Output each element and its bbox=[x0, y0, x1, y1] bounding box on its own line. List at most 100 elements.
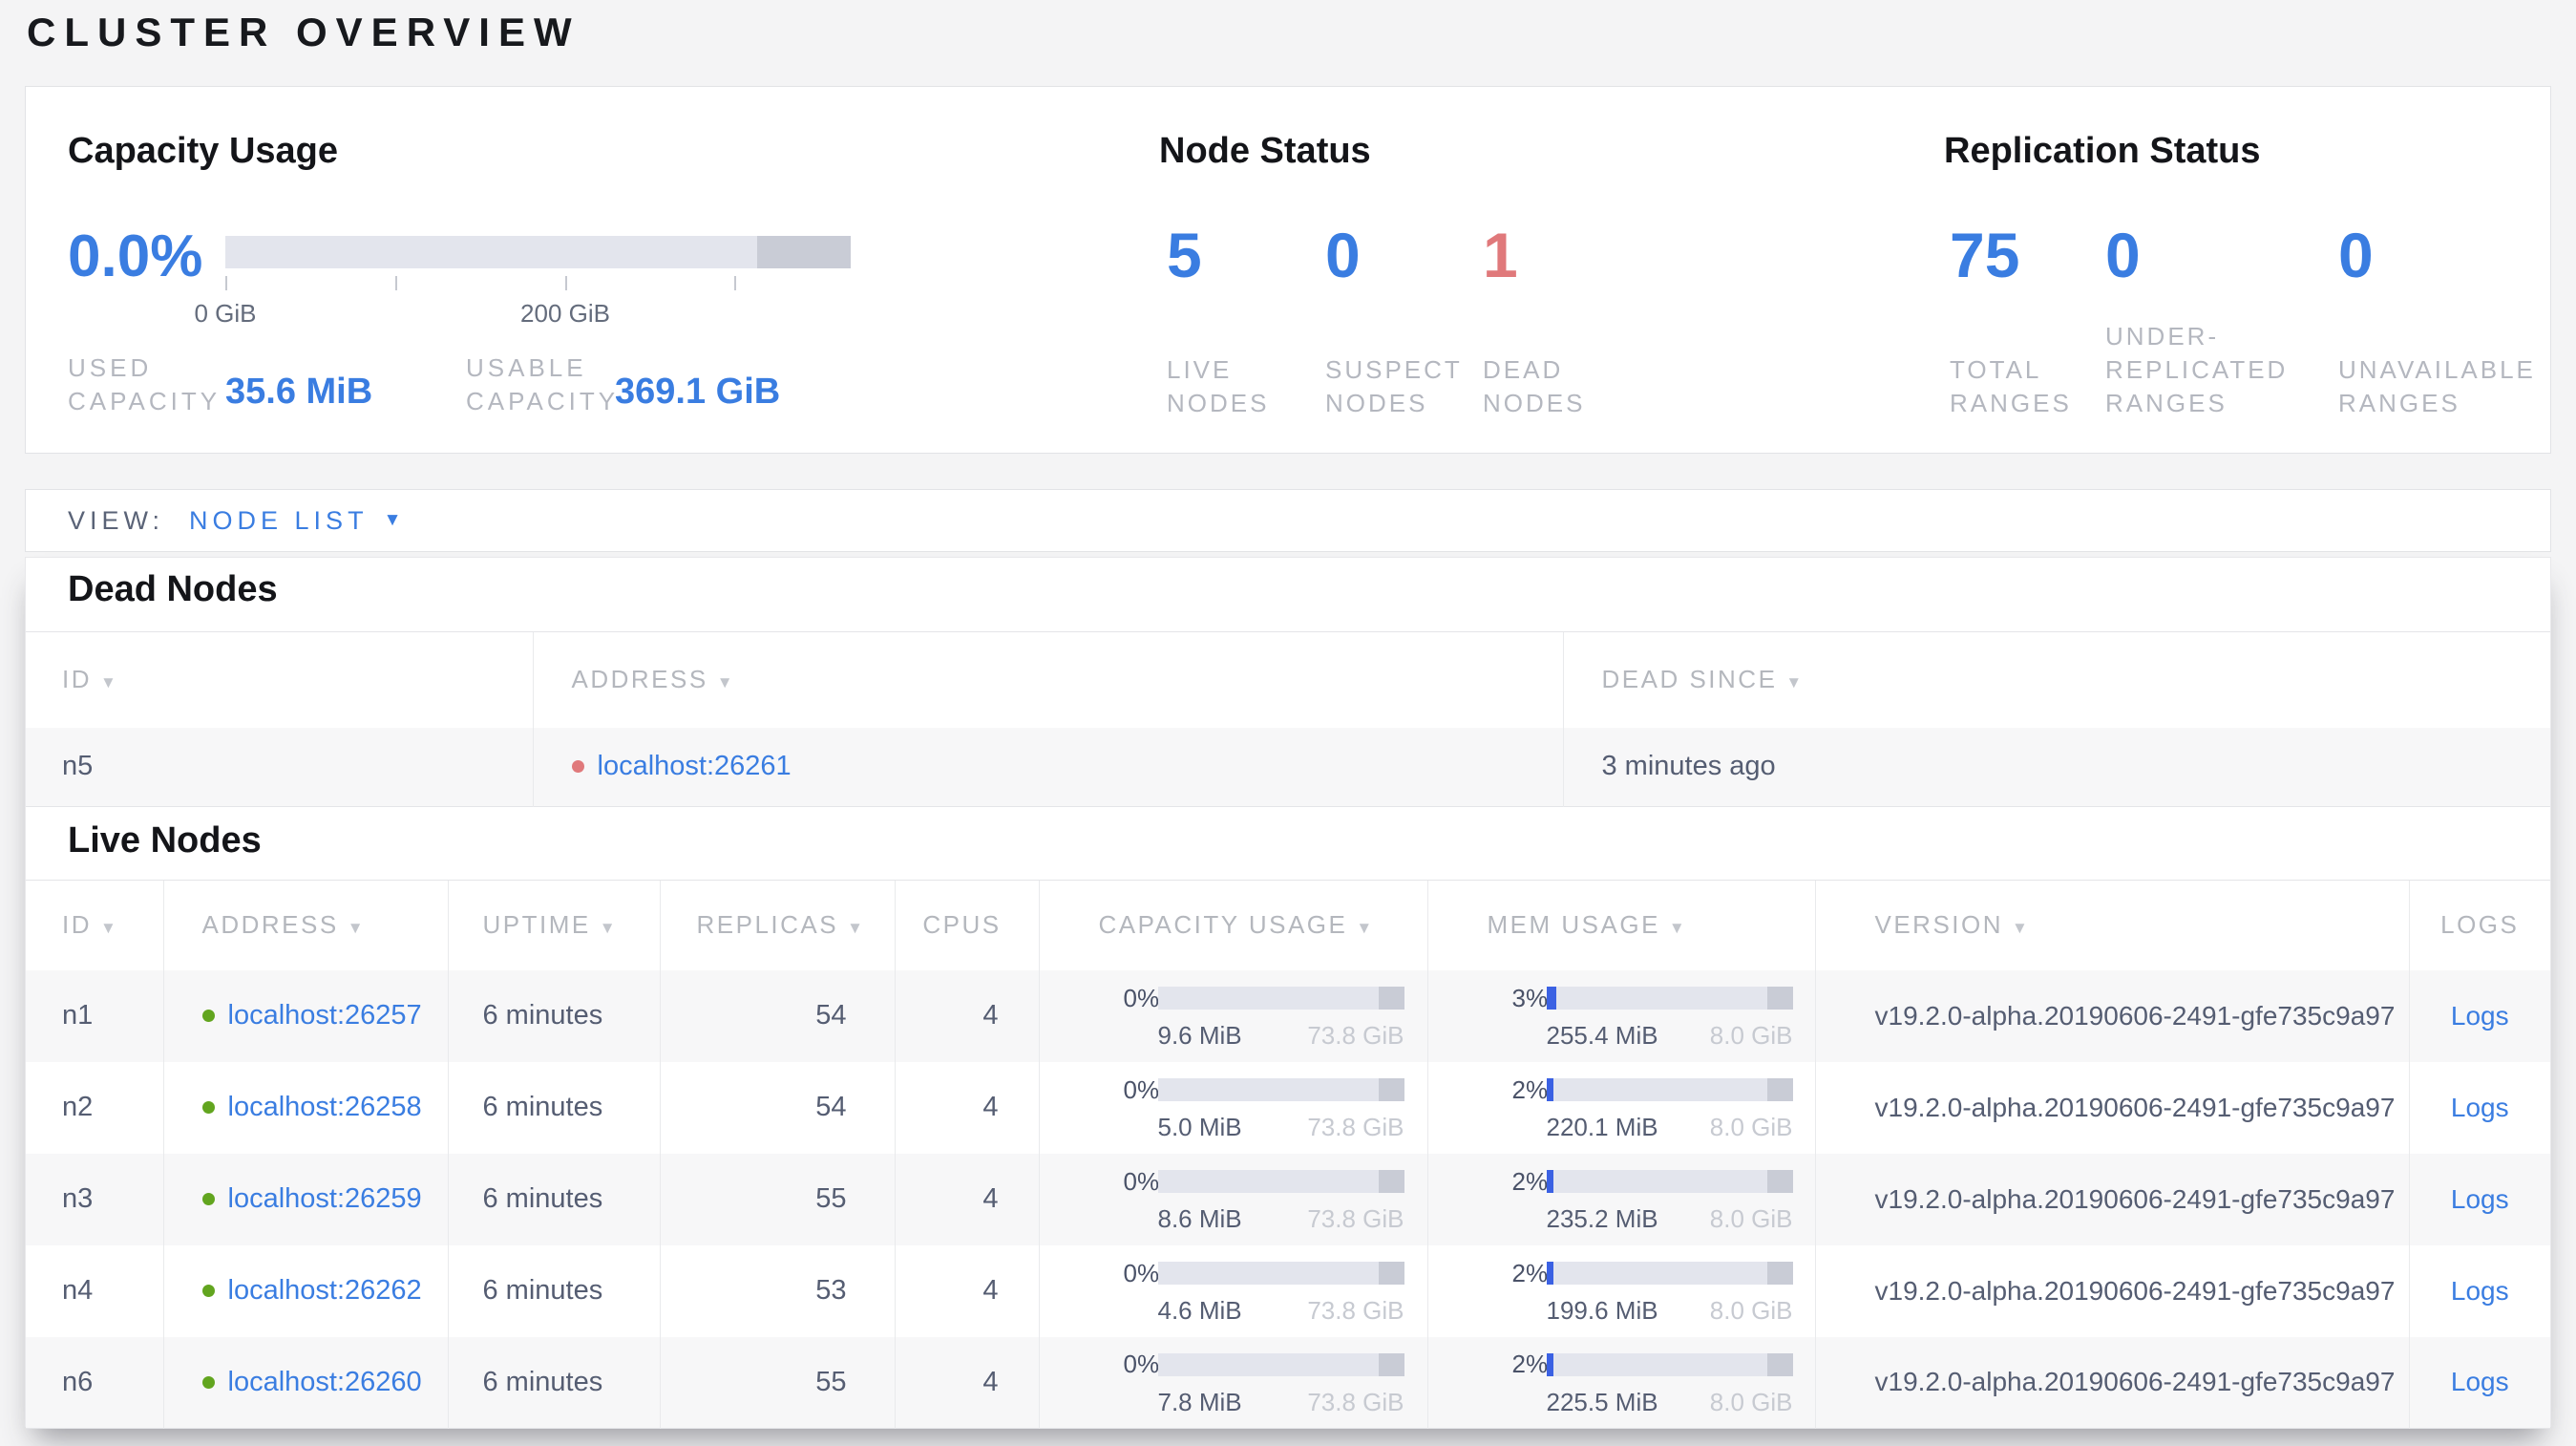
node-list-sheet: Dead Nodes ID ▼ ADDRESS ▼ DEAD SINCE ▼ n5 l… bbox=[25, 557, 2551, 1429]
mem-bar-fill bbox=[1546, 1078, 1553, 1101]
capacity-bar bbox=[1157, 1262, 1404, 1285]
mem-bar-reserved-segment bbox=[1766, 987, 1793, 1010]
capacity-usage-meter: 0% 9.6 MiB 73.8 GiB bbox=[1123, 983, 1404, 1050]
live-node-version: v19.2.0-alpha.20190606-2491-gfe735c9a97 bbox=[1814, 969, 2409, 1062]
capacity-bar bbox=[1157, 1352, 1404, 1376]
dead-status-dot-icon bbox=[571, 760, 584, 774]
capacity-usage-meter: 0% 5.0 MiB 73.8 GiB bbox=[1123, 1074, 1404, 1141]
live-col-logs: LOGS bbox=[2408, 880, 2550, 970]
live-col-cpus: CPUS bbox=[894, 880, 1039, 970]
live-node-logs-cell: Logs bbox=[2408, 969, 2550, 1062]
dead-node-id: n5 bbox=[62, 751, 94, 782]
live-node-id: n4 bbox=[62, 1275, 94, 1306]
mem-bar-fill bbox=[1546, 1262, 1553, 1285]
live-node-uptime: 6 minutes bbox=[447, 1153, 660, 1245]
live-col-mem-usage[interactable]: MEM USAGE ▼ bbox=[1426, 880, 1815, 970]
logs-link[interactable]: Logs bbox=[2451, 1001, 2509, 1031]
capacity-axis-label-200: 200 GiB bbox=[520, 299, 610, 328]
logs-link[interactable]: Logs bbox=[2451, 1093, 2509, 1122]
live-status-dot-icon bbox=[201, 1101, 215, 1114]
capacity-bar-reserved-segment bbox=[1378, 1262, 1404, 1285]
live-node-capacity-cell: 0% 5.0 MiB 73.8 GiB bbox=[1038, 1061, 1427, 1154]
capacity-axis-ticks bbox=[225, 276, 851, 291]
live-node-address-link[interactable]: localhost:26259 bbox=[228, 1183, 422, 1214]
dead-col-dead-since[interactable]: DEAD SINCE ▼ bbox=[1562, 631, 2550, 728]
live-node-uptime: 6 minutes bbox=[447, 1336, 660, 1429]
dead-col-address[interactable]: ADDRESS ▼ bbox=[532, 631, 1563, 728]
replication-status-section: Replication Status 75 TOTAL RANGES 0 UND… bbox=[1944, 87, 2545, 453]
live-node-logs-cell: Logs bbox=[2408, 1153, 2550, 1245]
unavailable-ranges-count: 0 bbox=[2338, 220, 2374, 290]
capacity-bar-reserved-segment bbox=[757, 236, 851, 268]
used-capacity-value: 35.6 MiB bbox=[225, 372, 373, 412]
live-node-address-link[interactable]: localhost:26258 bbox=[228, 1092, 422, 1122]
capacity-bar-reserved-segment bbox=[1378, 1352, 1404, 1376]
live-node-version: v19.2.0-alpha.20190606-2491-gfe735c9a97 bbox=[1814, 1244, 2409, 1337]
capacity-usage-percent: 0.0% bbox=[68, 223, 203, 289]
capacity-bar-reserved-segment bbox=[1378, 1170, 1404, 1193]
live-node-replicas: 53 bbox=[659, 1244, 895, 1337]
live-node-capacity-cell: 0% 7.8 MiB 73.8 GiB bbox=[1038, 1336, 1427, 1429]
sort-desc-icon: ▼ bbox=[1785, 673, 1805, 692]
capacity-usage-meter: 0% 8.6 MiB 73.8 GiB bbox=[1123, 1166, 1404, 1233]
live-col-capacity-usage[interactable]: CAPACITY USAGE ▼ bbox=[1038, 880, 1427, 970]
live-node-logs-cell: Logs bbox=[2408, 1336, 2550, 1429]
live-node-mem-cell: 3% 255.4 MiB 8.0 GiB bbox=[1426, 969, 1815, 1062]
view-label: VIEW: bbox=[68, 505, 165, 535]
dead-node-address-link[interactable]: localhost:26261 bbox=[598, 751, 792, 781]
dead-col-id[interactable]: ID ▼ bbox=[26, 631, 533, 728]
view-selector-dropdown[interactable]: NODE LIST ▼ bbox=[189, 506, 401, 536]
capacity-bar-reserved-segment bbox=[1378, 987, 1404, 1010]
mem-bar bbox=[1546, 1352, 1793, 1376]
live-node-cpus: 4 bbox=[894, 1153, 1039, 1245]
live-node-address-cell: localhost:26259 bbox=[162, 1153, 448, 1245]
live-status-dot-icon bbox=[201, 1010, 215, 1022]
capacity-usage-bar bbox=[225, 236, 851, 268]
live-node-cpus: 4 bbox=[894, 1061, 1039, 1154]
total-ranges-count: 75 bbox=[1950, 220, 2020, 290]
page-title: CLUSTER OVERVIEW bbox=[27, 10, 581, 54]
dead-nodes-count: 1 bbox=[1483, 220, 1518, 290]
live-node-cpus: 4 bbox=[894, 1244, 1039, 1337]
live-node-version: v19.2.0-alpha.20190606-2491-gfe735c9a97 bbox=[1814, 1336, 2409, 1429]
unavailable-ranges-label: UNAVAILABLE RANGES bbox=[2338, 355, 2536, 417]
mem-bar bbox=[1546, 1078, 1793, 1101]
logs-link[interactable]: Logs bbox=[2451, 1184, 2509, 1214]
capacity-bar bbox=[1157, 1170, 1404, 1193]
live-nodes-label: LIVE NODES bbox=[1167, 355, 1270, 417]
live-node-mem-cell: 2% 225.5 MiB 8.0 GiB bbox=[1426, 1336, 1815, 1429]
live-node-address-link[interactable]: localhost:26260 bbox=[228, 1367, 422, 1397]
sort-desc-icon: ▼ bbox=[1668, 919, 1688, 938]
chevron-down-icon: ▼ bbox=[383, 510, 402, 530]
live-col-address[interactable]: ADDRESS ▼ bbox=[162, 880, 448, 970]
live-node-address-cell: localhost:26260 bbox=[162, 1336, 448, 1429]
capacity-usage-title: Capacity Usage bbox=[68, 131, 339, 171]
live-node-address-link[interactable]: localhost:26262 bbox=[228, 1275, 422, 1306]
mem-bar-reserved-segment bbox=[1766, 1262, 1793, 1285]
live-node-uptime: 6 minutes bbox=[447, 1244, 660, 1337]
live-node-cpus: 4 bbox=[894, 1336, 1039, 1429]
live-node-id: n2 bbox=[62, 1092, 94, 1122]
live-node-uptime: 6 minutes bbox=[447, 969, 660, 1062]
sort-desc-icon: ▼ bbox=[599, 919, 619, 938]
live-col-uptime[interactable]: UPTIME ▼ bbox=[447, 880, 660, 970]
live-node-capacity-cell: 0% 9.6 MiB 73.8 GiB bbox=[1038, 969, 1427, 1062]
live-node-version: v19.2.0-alpha.20190606-2491-gfe735c9a97 bbox=[1814, 1153, 2409, 1245]
live-node-mem-cell: 2% 220.1 MiB 8.0 GiB bbox=[1426, 1061, 1815, 1154]
under-replicated-label: UNDER-REPLICATED RANGES bbox=[2105, 322, 2289, 417]
live-col-version[interactable]: VERSION ▼ bbox=[1814, 880, 2409, 970]
logs-link[interactable]: Logs bbox=[2451, 1367, 2509, 1396]
live-node-capacity-cell: 0% 8.6 MiB 73.8 GiB bbox=[1038, 1153, 1427, 1245]
node-status-section: Node Status 5 LIVE NODES 0 SUSPECT NODES… bbox=[1159, 87, 1923, 453]
mem-usage-meter: 3% 255.4 MiB 8.0 GiB bbox=[1511, 983, 1793, 1050]
capacity-axis-label-0: 0 GiB bbox=[194, 299, 257, 328]
capacity-usage-meter: 0% 4.6 MiB 73.8 GiB bbox=[1123, 1258, 1404, 1325]
live-node-address-link[interactable]: localhost:26257 bbox=[228, 1000, 422, 1031]
used-capacity-label: USED CAPACITY bbox=[68, 353, 222, 415]
mem-bar-fill bbox=[1546, 1170, 1553, 1193]
live-col-id[interactable]: ID ▼ bbox=[26, 880, 163, 970]
logs-link[interactable]: Logs bbox=[2451, 1276, 2509, 1306]
sort-desc-icon: ▼ bbox=[716, 673, 736, 692]
live-col-replicas[interactable]: REPLICAS ▼ bbox=[659, 880, 895, 970]
capacity-bar bbox=[1157, 1078, 1404, 1101]
